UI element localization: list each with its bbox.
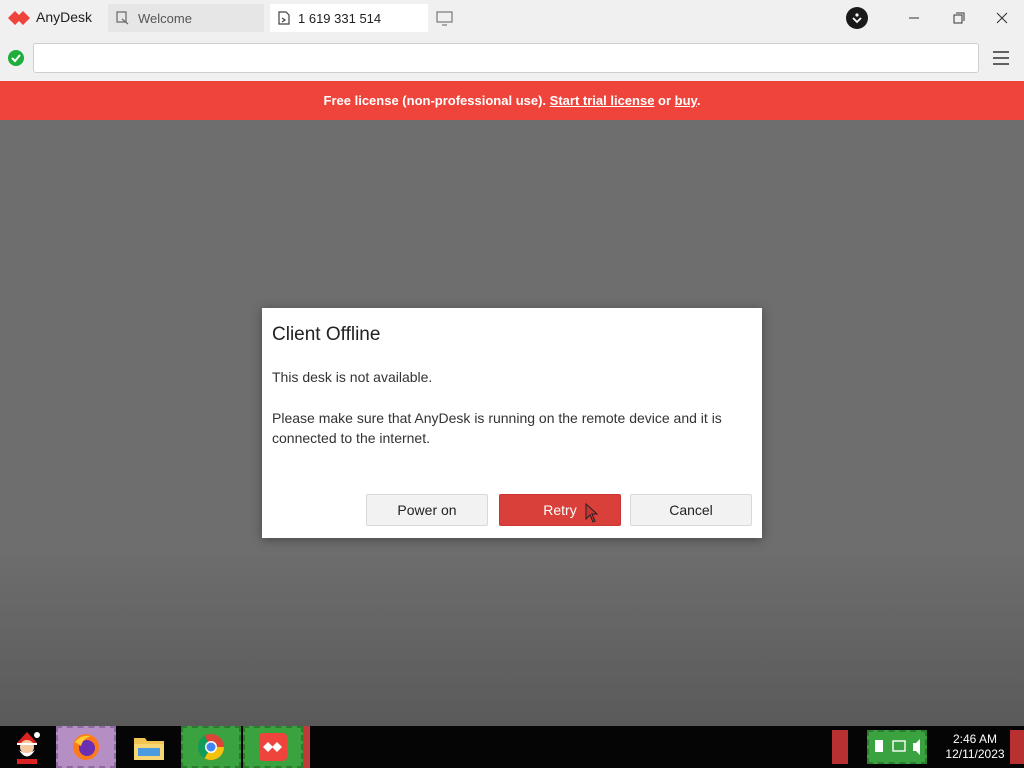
tab-remote-desk[interactable]: 1 619 331 514 [270,4,428,32]
taskbar-anydesk[interactable] [243,726,303,768]
dialog-detail: Please make sure that AnyDesk is running… [272,410,722,446]
close-icon[interactable] [992,8,1012,28]
dialog-message: This desk is not available. [272,369,433,385]
file-explorer-icon [134,738,164,760]
banner-text: Free license (non-professional use). [323,93,550,108]
clock-time: 2:46 AM [952,732,998,746]
license-banner: Free license (non-professional use). Sta… [0,81,1024,120]
anydesk-taskbar-icon [259,733,287,761]
taskbar-separator [303,726,310,768]
welcome-tab-icon [116,11,129,25]
start-trial-link[interactable]: Start trial license [550,93,655,108]
dialog-title: Client Offline [272,324,381,345]
menu-icon[interactable] [992,49,1010,67]
connection-ok-icon [8,50,24,66]
tab-welcome[interactable]: Welcome [108,4,264,32]
taskbar-chrome[interactable] [181,726,241,768]
firefox-icon [73,734,99,760]
power-on-button[interactable]: Power on [366,494,488,526]
new-tab-icon[interactable] [436,10,454,26]
client-offline-dialog: Client Offline This desk is not availabl… [262,308,762,538]
clock-date: 12/11/2023 [945,747,1005,761]
taskbar-firefox[interactable] [56,726,116,768]
santa-icon [17,732,40,764]
banner-text-or: or [654,93,675,108]
tab-label: 1 619 331 514 [298,10,382,26]
remote-address-input[interactable] [33,43,979,73]
anydesk-logo-icon [8,11,30,25]
tab-label: Welcome [138,10,192,26]
mouse-cursor-icon [585,502,599,523]
remote-tab-icon [278,11,290,25]
show-desktop-button[interactable] [1010,730,1024,764]
tray-icons[interactable] [867,730,927,764]
taskbar-file-explorer[interactable] [126,726,172,768]
taskbar: 2:46 AM 12/11/2023 [0,726,1024,768]
app-name: AnyDesk [36,9,93,25]
minimize-icon[interactable] [904,8,924,28]
retry-button[interactable]: Retry [499,494,621,526]
maximize-icon[interactable] [949,8,969,28]
title-bar: AnyDesk Welcome 1 619 331 514 [0,0,1024,36]
download-button[interactable] [846,7,868,29]
volume-icon [875,739,920,755]
chrome-icon [197,734,225,761]
cancel-button[interactable]: Cancel [630,494,752,526]
tray-marker [832,730,848,764]
banner-text-end: . [696,93,701,108]
address-bar [0,36,1024,81]
download-icon [852,13,862,24]
start-button[interactable] [4,726,50,768]
tray-clock[interactable]: 2:46 AM 12/11/2023 [940,732,1010,762]
buy-link[interactable]: buy [675,93,697,108]
